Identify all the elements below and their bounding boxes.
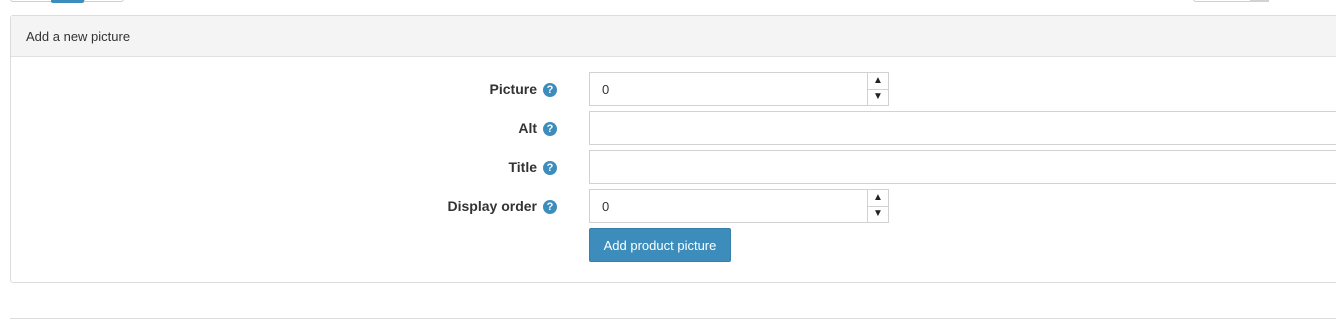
- picture-input[interactable]: [589, 72, 889, 106]
- chevron-down-icon[interactable]: ▼: [868, 206, 888, 222]
- alt-input[interactable]: [589, 111, 1336, 145]
- display-order-stepper[interactable]: ▲ ▼: [589, 189, 889, 223]
- title-label: Title: [508, 159, 537, 175]
- alt-label: Alt: [518, 120, 537, 136]
- question-circle-icon[interactable]: ?: [543, 83, 557, 97]
- title-input[interactable]: [589, 150, 1336, 184]
- chevron-down-icon[interactable]: ▼: [868, 89, 888, 105]
- display-order-spinner[interactable]: ▲ ▼: [867, 189, 889, 223]
- display-order-label: Display order: [447, 198, 537, 214]
- question-circle-icon[interactable]: ?: [543, 161, 557, 175]
- add-product-picture-button[interactable]: Add product picture: [589, 228, 731, 262]
- page-size-select-arrow[interactable]: [1250, 0, 1269, 2]
- picture-label: Picture: [489, 81, 537, 97]
- question-circle-icon[interactable]: ?: [543, 122, 557, 136]
- pager-divider: [84, 0, 85, 2]
- picture-stepper[interactable]: ▲ ▼: [589, 72, 889, 106]
- pager-active-button[interactable]: [51, 0, 84, 3]
- panel-title: Add a new picture: [26, 29, 131, 44]
- display-order-input[interactable]: [589, 189, 889, 223]
- picture-spinner[interactable]: ▲ ▼: [867, 72, 889, 106]
- divider: [10, 318, 1336, 319]
- panel-heading: Add a new picture: [11, 16, 1336, 57]
- chevron-up-icon[interactable]: ▲: [868, 190, 888, 207]
- question-circle-icon[interactable]: ?: [543, 200, 557, 214]
- chevron-up-icon[interactable]: ▲: [868, 73, 888, 90]
